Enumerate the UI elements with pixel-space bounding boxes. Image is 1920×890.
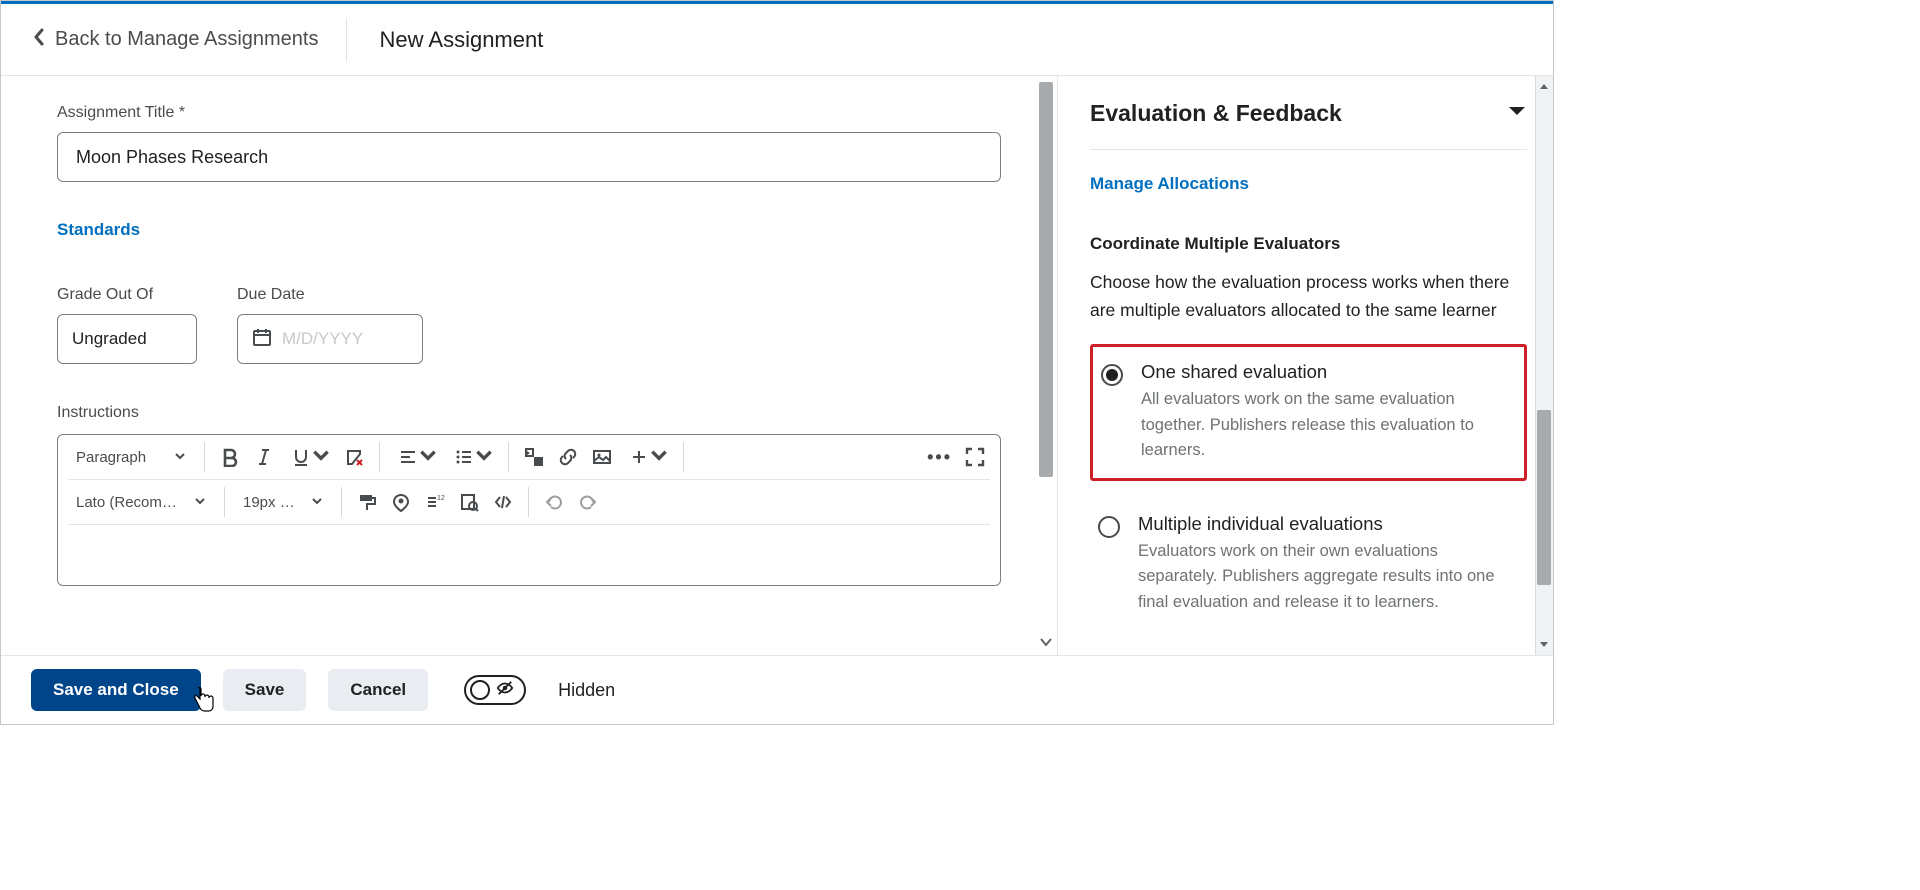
side-panel: Evaluation & Feedback Manage Allocations… bbox=[1057, 76, 1553, 655]
chevron-down-icon bbox=[649, 445, 669, 469]
page-header: Back to Manage Assignments New Assignmen… bbox=[1, 4, 1553, 76]
font-size-value: 19px … bbox=[243, 494, 295, 511]
standards-link[interactable]: Standards bbox=[57, 220, 140, 240]
chevron-down-icon bbox=[194, 494, 206, 511]
block-format-dropdown[interactable]: Paragraph bbox=[66, 440, 196, 474]
coordinate-description: Choose how the evaluation process works … bbox=[1090, 268, 1527, 324]
font-family-dropdown[interactable]: Lato (Recom… bbox=[66, 485, 216, 519]
main-scrollbar-thumb[interactable] bbox=[1039, 82, 1053, 477]
page-title: New Assignment bbox=[379, 27, 543, 53]
grade-field: Grade Out Of Ungraded bbox=[57, 286, 197, 364]
coordinate-heading: Coordinate Multiple Evaluators bbox=[1090, 234, 1527, 254]
content-area: Assignment Title * Standards Grade Out O… bbox=[1, 76, 1553, 655]
grade-label: Grade Out Of bbox=[57, 286, 197, 304]
undo-button[interactable] bbox=[537, 485, 571, 519]
radio-multiple-individual[interactable]: Multiple individual evaluations Evaluato… bbox=[1090, 499, 1527, 630]
instructions-label: Instructions bbox=[57, 404, 1017, 422]
save-button[interactable]: Save bbox=[223, 669, 307, 711]
editor-body[interactable] bbox=[58, 525, 1000, 585]
list-dropdown[interactable] bbox=[444, 440, 500, 474]
radio-input[interactable] bbox=[1101, 364, 1123, 386]
visibility-toggle[interactable] bbox=[464, 675, 526, 705]
toolbar-separator bbox=[204, 442, 205, 472]
grade-due-row: Grade Out Of Ungraded Due Date M/D/YYYY bbox=[57, 286, 1017, 364]
grade-value: Ungraded bbox=[72, 329, 147, 349]
chevron-down-icon bbox=[311, 445, 331, 469]
chevron-down-icon bbox=[311, 494, 323, 511]
toolbar-separator bbox=[224, 487, 225, 517]
preview-button[interactable] bbox=[452, 485, 486, 519]
bold-button[interactable] bbox=[213, 440, 247, 474]
evaluator-mode-radio-group: One shared evaluation All evaluators wor… bbox=[1090, 344, 1527, 629]
source-code-button[interactable] bbox=[486, 485, 520, 519]
radio-description: Evaluators work on their own evaluations… bbox=[1138, 539, 1517, 616]
block-format-value: Paragraph bbox=[76, 449, 146, 466]
back-link[interactable]: Back to Manage Assignments bbox=[33, 28, 346, 52]
fullscreen-button[interactable] bbox=[958, 440, 992, 474]
font-size-dropdown[interactable]: 19px … bbox=[233, 485, 333, 519]
toolbar-separator bbox=[508, 442, 509, 472]
hidden-eye-icon bbox=[496, 679, 514, 702]
collapse-caret-icon bbox=[1507, 104, 1527, 123]
side-scrollbar-thumb[interactable] bbox=[1537, 410, 1551, 585]
back-link-label: Back to Manage Assignments bbox=[55, 28, 318, 51]
rich-text-editor: Paragraph ••• bbox=[57, 434, 1001, 586]
svg-text:123: 123 bbox=[437, 495, 445, 502]
chevron-down-icon bbox=[418, 445, 438, 469]
due-date-placeholder: M/D/YYYY bbox=[282, 329, 363, 349]
save-and-close-button[interactable]: Save and Close bbox=[31, 669, 201, 711]
toolbar-separator bbox=[683, 442, 684, 472]
header-divider bbox=[346, 18, 347, 62]
toggle-knob bbox=[470, 680, 490, 700]
underline-dropdown[interactable] bbox=[281, 440, 337, 474]
radio-dot bbox=[1106, 369, 1118, 381]
grade-select[interactable]: Ungraded bbox=[57, 314, 197, 364]
toolbar-separator bbox=[528, 487, 529, 517]
calendar-icon bbox=[252, 327, 272, 352]
assignment-title-input[interactable] bbox=[57, 132, 1001, 182]
chevron-down-icon bbox=[174, 449, 186, 466]
side-scrollbar-down-arrow[interactable] bbox=[1535, 635, 1553, 653]
font-family-value: Lato (Recom… bbox=[76, 494, 177, 511]
panel-title: Evaluation & Feedback bbox=[1090, 100, 1342, 127]
due-date-input[interactable]: M/D/YYYY bbox=[237, 314, 423, 364]
insert-link-button[interactable] bbox=[551, 440, 585, 474]
panel-header[interactable]: Evaluation & Feedback bbox=[1090, 100, 1527, 150]
side-scrollbar-up-arrow[interactable] bbox=[1535, 78, 1553, 96]
assignment-title-label: Assignment Title * bbox=[57, 104, 1017, 122]
radio-one-shared[interactable]: One shared evaluation All evaluators wor… bbox=[1090, 344, 1527, 481]
radio-label: Multiple individual evaluations bbox=[1138, 513, 1517, 535]
align-dropdown[interactable] bbox=[388, 440, 444, 474]
word-count-button[interactable]: 123 bbox=[418, 485, 452, 519]
insert-image-button[interactable] bbox=[585, 440, 619, 474]
cancel-button[interactable]: Cancel bbox=[328, 669, 428, 711]
due-date-field: Due Date M/D/YYYY bbox=[237, 286, 423, 364]
radio-label: One shared evaluation bbox=[1141, 361, 1514, 383]
clear-format-button[interactable] bbox=[337, 440, 371, 474]
manage-allocations-link[interactable]: Manage Allocations bbox=[1090, 174, 1249, 194]
visibility-label: Hidden bbox=[558, 680, 615, 701]
format-paint-button[interactable] bbox=[350, 485, 384, 519]
radio-input[interactable] bbox=[1098, 516, 1120, 538]
main-column: Assignment Title * Standards Grade Out O… bbox=[1, 76, 1057, 655]
chevron-down-icon bbox=[474, 445, 494, 469]
toolbar-separator bbox=[379, 442, 380, 472]
insert-more-dropdown[interactable] bbox=[619, 440, 675, 474]
editor-toolbar-row-2: Lato (Recom… 19px … 123 bbox=[58, 480, 1000, 524]
italic-button[interactable] bbox=[247, 440, 281, 474]
accessibility-button[interactable] bbox=[384, 485, 418, 519]
editor-toolbar-row-1: Paragraph ••• bbox=[58, 435, 1000, 479]
toolbar-separator bbox=[341, 487, 342, 517]
radio-description: All evaluators work on the same evaluati… bbox=[1141, 387, 1514, 464]
chevron-left-icon bbox=[33, 28, 45, 52]
redo-button[interactable] bbox=[571, 485, 605, 519]
main-scrollbar-down-arrow[interactable] bbox=[1035, 631, 1057, 653]
footer-bar: Save and Close Save Cancel Hidden bbox=[1, 655, 1553, 724]
insert-media-button[interactable] bbox=[517, 440, 551, 474]
due-date-label: Due Date bbox=[237, 286, 423, 304]
more-actions-button[interactable]: ••• bbox=[921, 440, 958, 474]
